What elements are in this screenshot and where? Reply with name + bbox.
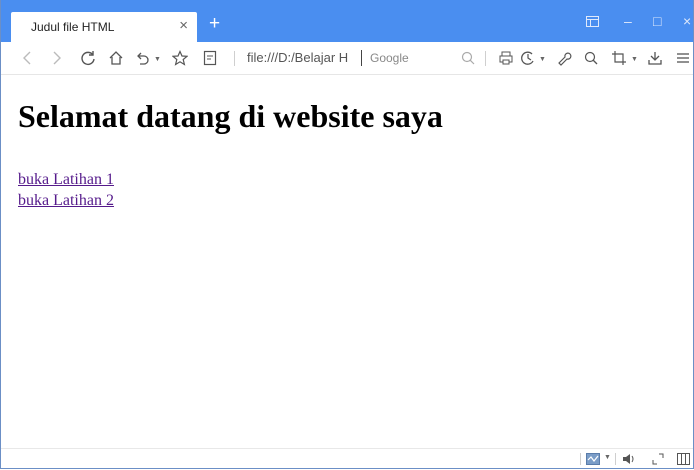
browser-window: Judul file HTML × + – □ × ▼ file:///D:/B… [0, 0, 694, 469]
screenshot-icon[interactable] [610, 49, 628, 67]
maximize-icon[interactable]: □ [653, 12, 661, 30]
statusbar-separator [580, 453, 581, 465]
statusbar-separator [615, 453, 616, 465]
history-dropdown-icon[interactable]: ▼ [539, 56, 546, 63]
search-input[interactable]: Google [370, 51, 409, 65]
window-layout-icon[interactable] [586, 14, 599, 32]
page-heading: Selamat datang di website saya [18, 98, 443, 134]
toolbar-separator [485, 51, 486, 66]
menu-icon[interactable] [674, 49, 692, 67]
volume-icon[interactable] [622, 452, 636, 466]
tab-bar: Judul file HTML × + – □ × [1, 0, 693, 42]
tab-active[interactable]: Judul file HTML × [11, 12, 197, 42]
toolbar: ▼ file:///D:/Belajar H Google ▼ ▼ [1, 42, 693, 75]
panel-icon[interactable] [677, 452, 690, 466]
capture-icon[interactable] [582, 49, 600, 67]
forward-icon[interactable] [47, 49, 65, 67]
toolbar-separator [234, 51, 235, 66]
home-icon[interactable] [107, 49, 125, 67]
page-content: Selamat datang di website saya buka Lati… [1, 75, 693, 448]
address-bar[interactable]: file:///D:/Belajar H [247, 50, 362, 65]
search-box[interactable]: Google [365, 50, 485, 68]
tab-title: Judul file HTML [31, 20, 115, 34]
new-tab-icon[interactable]: + [209, 14, 220, 34]
reload-icon[interactable] [79, 49, 97, 67]
performance-icon[interactable] [586, 452, 600, 466]
fullscreen-icon[interactable] [652, 452, 664, 466]
screenshot-dropdown-icon[interactable]: ▼ [631, 56, 638, 63]
reader-icon[interactable] [201, 49, 219, 67]
link-latihan-2[interactable]: buka Latihan 2 [18, 192, 114, 210]
status-bar: ▼ [1, 448, 693, 468]
link-latihan-1[interactable]: buka Latihan 1 [18, 171, 114, 189]
tools-icon[interactable] [555, 49, 573, 67]
minimize-icon[interactable]: – [624, 12, 632, 30]
performance-dropdown-icon[interactable]: ▼ [604, 454, 611, 461]
favorite-star-icon[interactable] [171, 49, 189, 67]
history-icon[interactable] [519, 49, 537, 67]
tab-close-icon[interactable]: × [179, 17, 188, 35]
text-caret [361, 50, 362, 66]
undo-dropdown-icon[interactable]: ▼ [154, 56, 161, 63]
close-window-icon[interactable]: × [683, 12, 691, 30]
search-icon[interactable] [461, 51, 475, 70]
print-icon[interactable] [497, 49, 515, 67]
undo-icon[interactable] [133, 49, 151, 67]
download-icon[interactable] [646, 49, 664, 67]
back-icon[interactable] [19, 49, 37, 67]
